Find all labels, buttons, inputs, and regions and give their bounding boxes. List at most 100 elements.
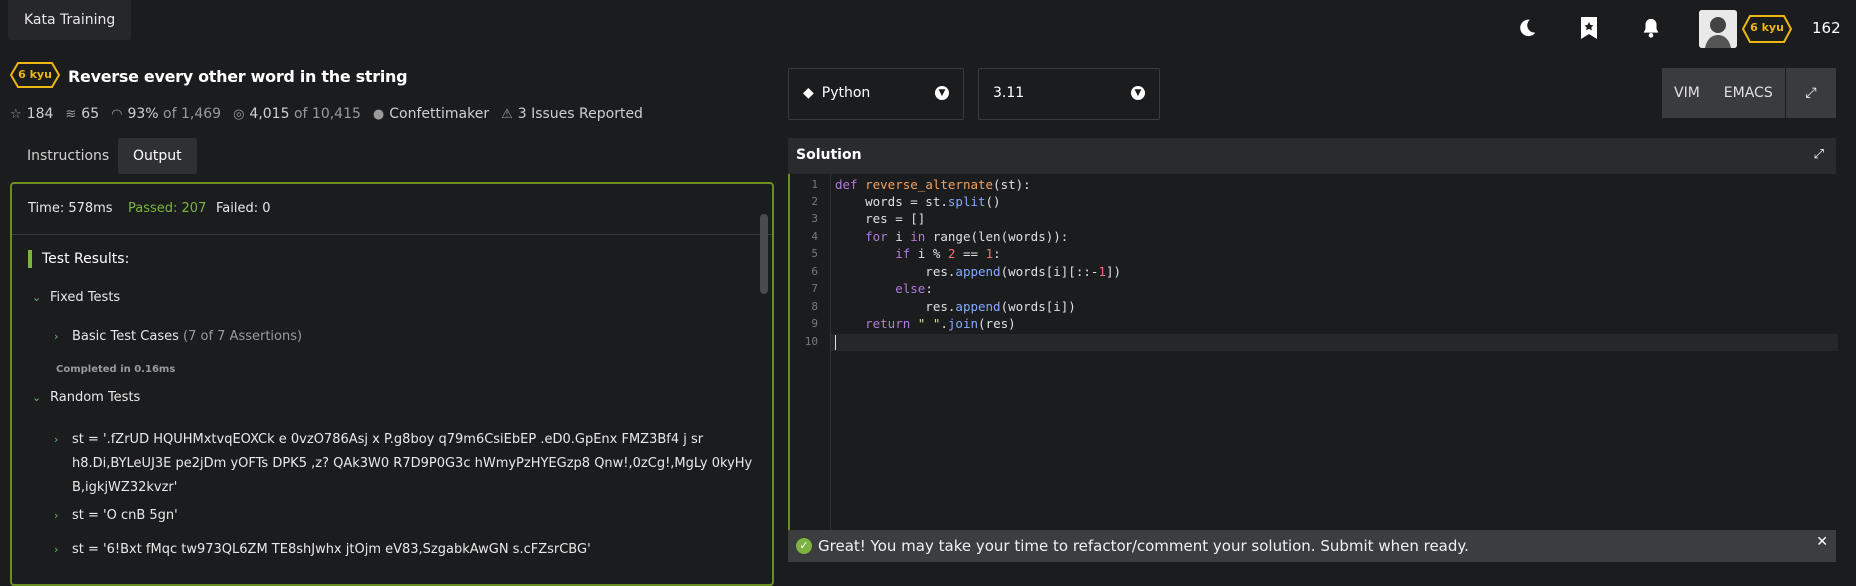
expand-icon: ⤢ xyxy=(1805,85,1817,101)
user-rank-text: 6 kyu xyxy=(1750,21,1784,34)
close-icon[interactable]: ✕ xyxy=(1816,534,1828,550)
check-circle-icon: ✓ xyxy=(796,538,812,554)
code-line[interactable]: res = [] xyxy=(835,211,925,226)
code-line[interactable]: words = st.split() xyxy=(835,194,1001,209)
satisfaction-value: 93% xyxy=(127,106,159,122)
fixed-tests-group[interactable]: ⌄ Fixed Tests xyxy=(32,290,120,305)
kata-title: Reverse every other word in the string xyxy=(68,67,408,86)
code-line[interactable]: return " ".join(res) xyxy=(835,316,1016,331)
basic-test-cases-label: Basic Test Cases xyxy=(72,329,179,344)
solution-title: Solution xyxy=(796,147,862,163)
completed-stat: ◎ 4,015 of 10,415 xyxy=(233,106,361,122)
user-icon: ● xyxy=(372,106,385,122)
active-line-highlight xyxy=(831,334,1838,351)
kata-rank-text: 6 kyu xyxy=(18,68,52,81)
target-icon: ◎ xyxy=(233,106,245,122)
line-number: 7 xyxy=(811,282,818,295)
test-results-title: Test Results: xyxy=(28,250,129,268)
random-tests-group[interactable]: ⌄ Random Tests xyxy=(32,390,140,405)
version-select-value: 3.11 xyxy=(993,85,1025,101)
collections-count: 65 xyxy=(81,106,100,122)
tab-instructions[interactable]: Instructions xyxy=(12,138,124,174)
language-select[interactable]: ◆ Python ▼ xyxy=(788,68,964,120)
kata-stats: ☆ 184 ≋ 65 ◠ 93% of 1,469 ◎ 4,015 of 10,415 … xyxy=(10,106,655,122)
satisfaction-stat: ◠ 93% of 1,469 xyxy=(111,106,221,122)
version-select[interactable]: 3.11 ▼ xyxy=(978,68,1160,120)
output-scrollbar[interactable] xyxy=(760,214,768,294)
expand-icon[interactable]: ⤢ xyxy=(1814,147,1824,162)
random-test-text: st = 'O cnB 5gn' xyxy=(72,508,178,523)
bookmark-icon[interactable] xyxy=(1575,14,1603,42)
random-test-item[interactable]: › st = '6!Bxt fMqc tw973QL6ZM TE8shJwhx … xyxy=(54,542,591,557)
line-number: 10 xyxy=(804,335,818,348)
stars-count: 184 xyxy=(26,106,54,122)
satisfaction-of: of 1,469 xyxy=(163,106,222,122)
author-name[interactable]: Confettimaker xyxy=(389,106,489,122)
user-rank-badge: 6 kyu xyxy=(1742,15,1792,43)
code-line[interactable]: def reverse_alternate(st): xyxy=(835,177,1031,192)
line-number: 3 xyxy=(811,212,818,225)
random-test-text: st = '6!Bxt fMqc tw973QL6ZM TE8shJwhx jt… xyxy=(72,542,591,557)
chevron-down-icon: ▼ xyxy=(1131,86,1145,100)
author-stat[interactable]: ● Confettimaker xyxy=(373,106,489,122)
chevron-right-icon: › xyxy=(54,543,59,556)
code-editor[interactable]: 1 2 3 4 5 6 7 8 9 10 def reverse_alterna… xyxy=(788,174,1838,530)
emacs-button[interactable]: EMACS xyxy=(1712,68,1785,118)
line-number: 5 xyxy=(811,247,818,260)
moon-icon[interactable] xyxy=(1513,14,1541,42)
code-line[interactable]: res.append(words[i][::-1]) xyxy=(835,264,1121,279)
issues-stat[interactable]: ⚠ 3 Issues Reported xyxy=(501,106,643,122)
issues-count[interactable]: 3 Issues Reported xyxy=(518,106,643,122)
chevron-right-icon: › xyxy=(54,330,59,343)
chevron-down-icon: ▼ xyxy=(935,86,949,100)
vim-button[interactable]: VIM xyxy=(1662,68,1712,118)
completed-in-text: Completed in 0.16ms xyxy=(56,364,176,375)
success-banner: ✓ Great! You may take your time to refac… xyxy=(788,530,1836,562)
random-test-text-cont: h8.Di,BYLeUJ3E pe2jDm yOFTs DPK5 ,z? QAk… xyxy=(72,456,753,471)
warning-icon: ⚠ xyxy=(501,106,513,122)
stars-stat[interactable]: ☆ 184 xyxy=(10,106,53,122)
kata-training-label[interactable]: Kata Training xyxy=(8,0,132,40)
output-panel: Time: 578ms Passed: 207 Failed: 0 Test R… xyxy=(10,182,774,586)
chevron-right-icon: › xyxy=(54,433,59,446)
code-line[interactable]: if i % 2 == 1: xyxy=(835,246,1000,261)
passed-text: Passed: 207 xyxy=(128,201,207,216)
line-number: 4 xyxy=(811,230,818,243)
line-number: 2 xyxy=(811,195,818,208)
random-test-text: st = '.fZrUD HQUHMxtvqEOXCk e 0vzO786Asj… xyxy=(72,432,704,447)
layers-icon: ≋ xyxy=(65,106,77,122)
random-test-text-cont: B,igkjWZ32kvzr' xyxy=(72,480,178,495)
chevron-down-icon: ⌄ xyxy=(32,291,42,304)
avatar[interactable] xyxy=(1699,10,1737,48)
time-text: Time: 578ms xyxy=(28,201,113,216)
random-test-item[interactable]: › st = '.fZrUD HQUHMxtvqEOXCk e 0vzO786A… xyxy=(54,432,703,447)
line-gutter: 1 2 3 4 5 6 7 8 9 10 xyxy=(790,174,831,530)
honor-score: 162 xyxy=(1812,19,1841,37)
basic-test-cases-group[interactable]: › Basic Test Cases (7 of 7 Assertions) xyxy=(54,329,302,344)
chevron-right-icon: › xyxy=(54,509,59,522)
gauge-icon: ◠ xyxy=(111,106,123,122)
solution-header: Solution ⤢ xyxy=(788,138,1836,174)
basic-assertions-count: (7 of 7 Assertions) xyxy=(183,329,303,344)
code-line[interactable]: res.append(words[i]) xyxy=(835,299,1076,314)
random-tests-label: Random Tests xyxy=(50,390,141,405)
completed-count: 4,015 xyxy=(249,106,290,122)
line-number: 8 xyxy=(811,300,818,313)
text-cursor xyxy=(835,335,836,350)
collections-stat[interactable]: ≋ 65 xyxy=(65,106,99,122)
tab-output[interactable]: Output xyxy=(118,138,197,174)
code-line[interactable]: for i in range(len(words)): xyxy=(835,229,1068,244)
fixed-tests-label: Fixed Tests xyxy=(50,290,121,305)
editor-mode-buttons: VIM EMACS xyxy=(1662,68,1785,118)
code-line[interactable]: else: xyxy=(835,281,933,296)
completed-of: of 10,415 xyxy=(293,106,361,122)
line-number: 1 xyxy=(811,178,818,191)
random-test-item[interactable]: › st = 'O cnB 5gn' xyxy=(54,508,178,523)
python-icon: ◆ xyxy=(803,85,814,101)
fullscreen-button[interactable]: ⤢ xyxy=(1786,68,1836,118)
language-select-value: ◆ Python xyxy=(803,85,871,101)
line-number: 6 xyxy=(811,265,818,278)
output-summary: Time: 578ms Passed: 207 Failed: 0 xyxy=(12,184,772,235)
bell-icon[interactable] xyxy=(1637,14,1665,42)
banner-message: Great! You may take your time to refacto… xyxy=(818,537,1469,555)
